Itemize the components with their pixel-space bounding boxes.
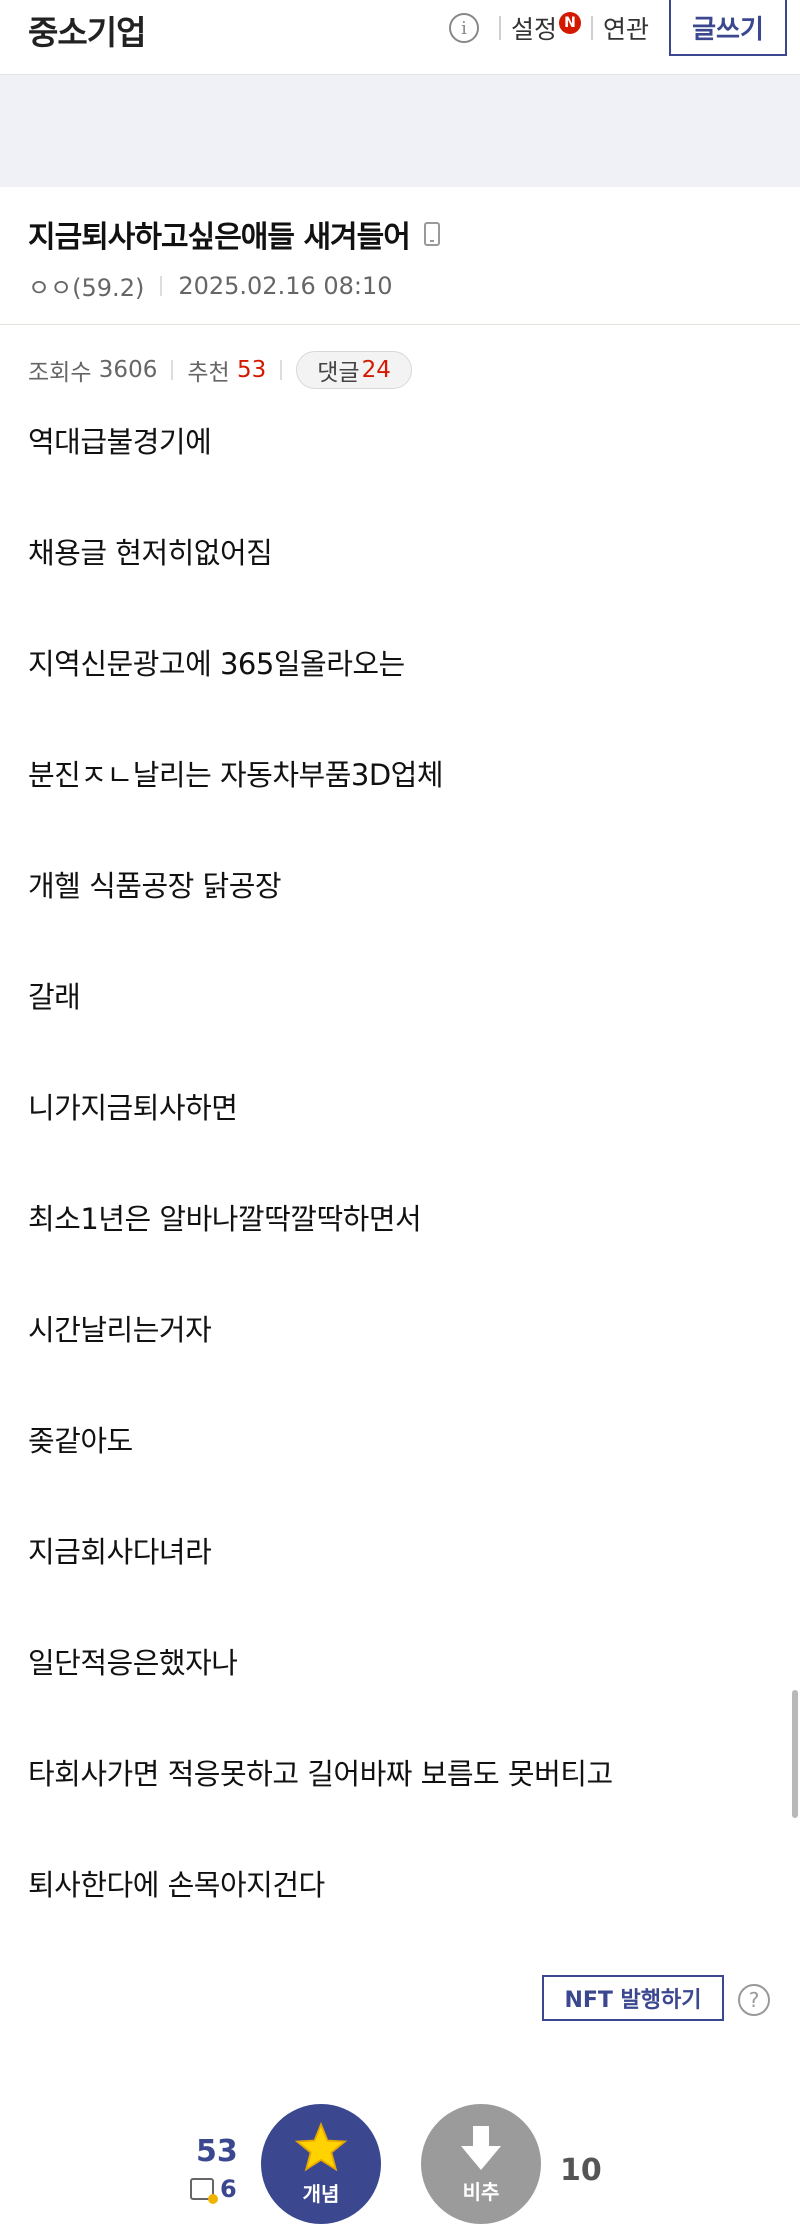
gallery-title[interactable]: 중소기업 — [28, 6, 146, 54]
post-title: 지금퇴사하고싶은애들 새겨들어 — [28, 212, 440, 256]
info-icon[interactable]: i — [448, 13, 479, 43]
fixed-recommend: 6 — [190, 2175, 237, 2204]
body-line: 갈래 — [28, 980, 81, 1014]
fixed-recommend-icon — [190, 2178, 218, 2204]
settings-label: 설정 — [510, 15, 557, 44]
downvote-count: 10 — [560, 2153, 602, 2188]
comments-label: 댓글 — [317, 360, 360, 386]
downvote-label: 비추 — [462, 2179, 500, 2204]
write-post-button[interactable]: 글쓰기 — [669, 0, 787, 56]
body-line: 분진ㅈㄴ날리는 자동차부품3D업체 — [28, 758, 444, 792]
body-line: 채용글 현저히없어짐 — [28, 536, 273, 570]
body-line: 일단적응은했자나 — [28, 1646, 238, 1680]
fixed-recommend-count: 6 — [220, 2175, 237, 2203]
body-line: 니가지금퇴사하면 — [28, 1091, 238, 1125]
upvote-label: 개념 — [302, 2181, 340, 2206]
body-line: 타회사가면 적응못하고 길어바짜 보름도 못버티고 — [28, 1757, 613, 1791]
upvote-count: 53 — [196, 2134, 238, 2169]
downvote-button[interactable]: 비추 — [421, 2104, 541, 2224]
related-link[interactable]: 연관 — [603, 10, 649, 46]
help-icon[interactable]: ? — [738, 1984, 770, 2016]
banner-area — [0, 75, 800, 187]
mobile-icon — [423, 222, 440, 246]
post-title-text: 지금퇴사하고싶은애들 새겨들어 — [28, 220, 411, 255]
body-line: 시간날리는거자 — [28, 1313, 212, 1347]
body-line: 퇴사한다에 손목아지건다 — [28, 1868, 325, 1902]
body-line: 좆같아도 — [28, 1424, 133, 1458]
top-header: 중소기업 i 설정 N 연관 글쓰기 — [0, 0, 800, 74]
upvote-button[interactable]: 개념 — [261, 2104, 381, 2224]
recommend-label: 추천 — [187, 360, 230, 386]
header-actions: i 설정 N 연관 글쓰기 — [448, 0, 800, 56]
divider — [171, 360, 174, 380]
body-line: 최소1년은 알바나깔딱깔딱하면서 — [28, 1202, 422, 1236]
meta-divider — [0, 324, 800, 325]
divider — [498, 16, 501, 40]
post-meta: ㅇㅇ(59.2) 2025.02.16 08:10 — [28, 268, 393, 303]
comments-count: 24 — [361, 357, 391, 383]
scrollbar[interactable] — [792, 1690, 798, 1818]
divider — [590, 16, 593, 40]
body-line: 역대급불경기에 — [28, 425, 212, 459]
recommend-count: 53 — [236, 357, 267, 383]
body-line: 지금회사다녀라 — [28, 1535, 212, 1569]
views-label: 조회수 — [28, 360, 92, 386]
star-icon — [294, 2121, 348, 2171]
post-stats: 조회수 3606 추천 53 댓글 24 — [28, 351, 412, 389]
divider — [160, 275, 163, 296]
nft-issue-button[interactable]: NFT 발행하기 — [542, 1975, 724, 2021]
body-line: 개헬 식품공장 닭공장 — [28, 869, 282, 903]
divider — [280, 360, 283, 380]
settings-link[interactable]: 설정 N — [511, 10, 581, 46]
arrow-down-icon — [461, 2125, 501, 2170]
post-datetime: 2025.02.16 08:10 — [178, 271, 393, 300]
post-author[interactable]: ㅇㅇ(59.2) — [28, 268, 144, 303]
views-count: 3606 — [98, 357, 158, 383]
new-badge: N — [558, 12, 581, 34]
comments-button[interactable]: 댓글 24 — [296, 351, 412, 389]
body-line: 지역신문광고에 365일올라오는 — [28, 647, 405, 681]
